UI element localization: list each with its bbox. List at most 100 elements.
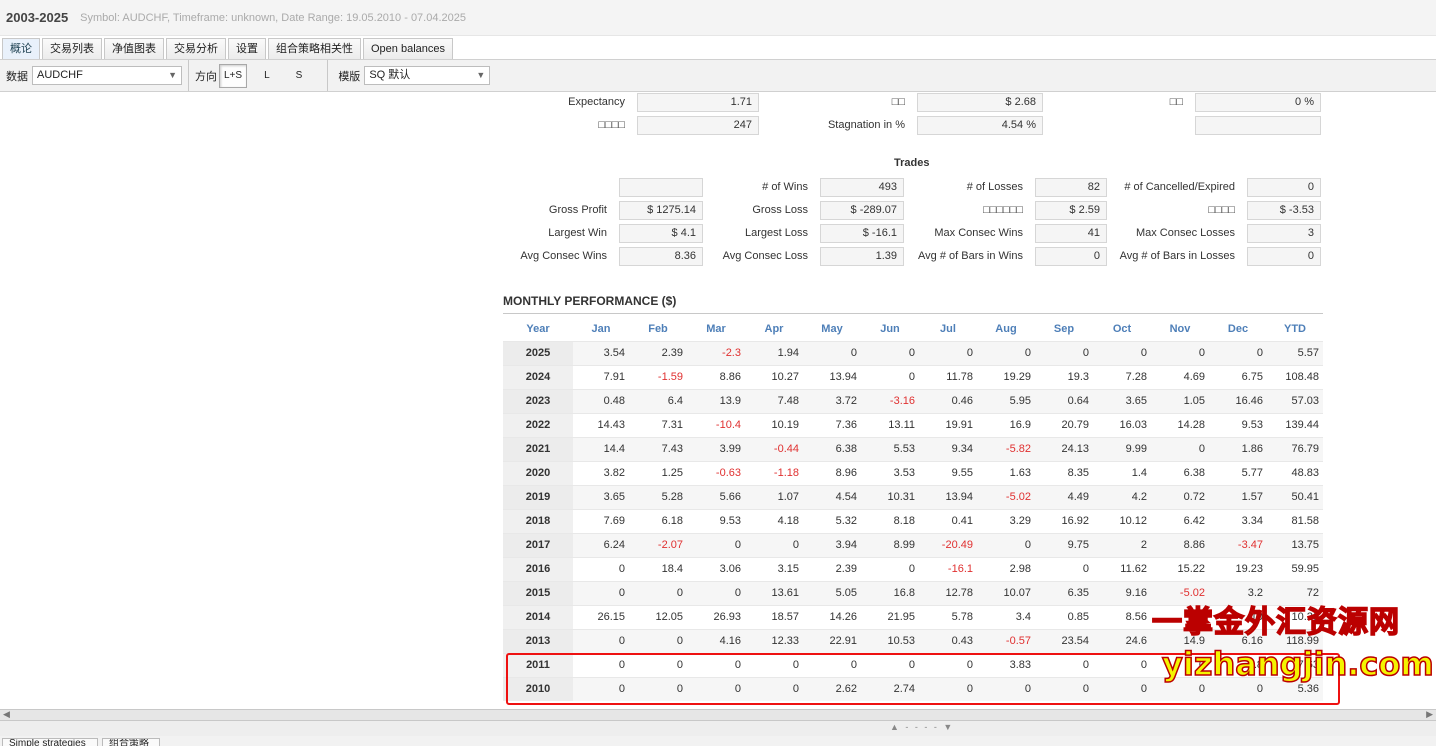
month-value-cell: 139.44 (1267, 412, 1323, 437)
month-value-cell: 19.91 (919, 412, 977, 437)
month-value-cell: 3.06 (687, 556, 745, 581)
column-header[interactable]: Aug (977, 317, 1035, 341)
month-value-cell: 16.46 (1209, 388, 1267, 413)
stagnation-label: Stagnation in % (827, 119, 905, 131)
year-cell: 2014 (503, 604, 573, 629)
column-header[interactable]: Apr (745, 317, 803, 341)
tab-trade-list[interactable]: 交易列表 (42, 38, 102, 59)
month-value-cell: 0 (1035, 652, 1093, 677)
month-value-cell: 2.98 (977, 556, 1035, 581)
year-cell: 2010 (503, 676, 573, 701)
stat-value: $ 2.68 (917, 93, 1043, 112)
watermark-url: yizhangjin.com (1161, 644, 1434, 684)
month-value-cell: 9.34 (919, 436, 977, 461)
template-select[interactable]: SQ 默认 ▼ (364, 66, 491, 85)
trade-stat-label: Avg # of Bars in Wins (918, 250, 1023, 262)
month-value-cell: 6.75 (1209, 364, 1267, 389)
month-value-cell: 7.91 (573, 364, 629, 389)
month-value-cell: 26.15 (573, 604, 629, 629)
month-value-cell: 0 (861, 652, 919, 677)
splitter-grip-icon[interactable]: ▲ - - - - ▼ (890, 722, 954, 732)
month-value-cell: 3.94 (803, 532, 861, 557)
month-value-cell: 4.16 (687, 628, 745, 653)
month-value-cell: 6.24 (573, 532, 629, 557)
month-value-cell: 7.31 (629, 412, 687, 437)
month-value-cell: 22.91 (803, 628, 861, 653)
column-header[interactable]: Nov (1151, 317, 1209, 341)
column-header[interactable]: Feb (629, 317, 687, 341)
year-cell: 2015 (503, 580, 573, 605)
window-title: 2003-2025 (6, 10, 69, 25)
table-row: 2022 14.43 7.31 -10.4 10.19 7.36 13.11 19.91 16.… (503, 412, 1323, 437)
template-select-value: SQ 默认 (369, 69, 411, 81)
month-value-cell: 10.12 (1093, 508, 1151, 533)
month-value-cell: 10.27 (745, 364, 803, 389)
month-value-cell: 0 (1151, 340, 1209, 365)
bottom-tabs: Simple strategies 组合策略 (0, 736, 1436, 746)
month-value-cell: 0 (745, 532, 803, 557)
column-header[interactable]: Jan (573, 317, 629, 341)
month-value-cell: 0.41 (919, 508, 977, 533)
column-header[interactable]: Mar (687, 317, 745, 341)
main-tabs: 概论 交易列表 净值图表 交易分析 设置 组合策略相关性 Open balanc… (0, 37, 1436, 59)
column-header[interactable]: Sep (1035, 317, 1093, 341)
month-value-cell: 2 (1093, 532, 1151, 557)
direction-long-button[interactable]: L (259, 64, 275, 88)
column-header[interactable]: Jun (861, 317, 919, 341)
tab-overview[interactable]: 概论 (2, 38, 40, 59)
column-header[interactable]: YTD (1267, 317, 1323, 341)
month-value-cell: 0.72 (1151, 484, 1209, 509)
stat-label: □□□□ (598, 119, 625, 131)
scroll-left-icon[interactable]: ◀ (3, 709, 10, 720)
month-value-cell: 1.05 (1151, 388, 1209, 413)
year-cell: 2013 (503, 628, 573, 653)
month-value-cell: 0 (1093, 676, 1151, 701)
tab-equity-chart[interactable]: 净值图表 (104, 38, 164, 59)
tab-open-balances[interactable]: Open balances (363, 38, 453, 59)
month-value-cell: -0.44 (745, 436, 803, 461)
month-value-cell: 19.3 (1035, 364, 1093, 389)
data-select[interactable]: AUDCHF ▼ (32, 66, 182, 85)
column-header[interactable]: May (803, 317, 861, 341)
column-header[interactable]: Year (503, 317, 573, 341)
month-value-cell: 20.79 (1035, 412, 1093, 437)
panel-splitter[interactable]: ▲ - - - - ▼ (0, 721, 1436, 736)
month-value-cell: 1.63 (977, 460, 1035, 485)
tab-settings[interactable]: 设置 (228, 38, 266, 59)
month-value-cell: 4.49 (1035, 484, 1093, 509)
month-value-cell: 24.13 (1035, 436, 1093, 461)
month-value-cell: 5.95 (977, 388, 1035, 413)
table-row: 2019 3.65 5.28 5.66 1.07 4.54 10.31 13.94 -5.02 4… (503, 484, 1323, 509)
month-value-cell: 9.55 (919, 460, 977, 485)
direction-ls-button[interactable]: L+S (219, 63, 248, 88)
direction-short-button[interactable]: S (291, 64, 308, 88)
scroll-right-icon[interactable]: ▶ (1426, 709, 1433, 720)
month-value-cell: 9.16 (1093, 580, 1151, 605)
month-value-cell: 0.85 (1035, 604, 1093, 629)
month-value-cell: 0 (629, 580, 687, 605)
month-value-cell: 19.23 (1209, 556, 1267, 581)
month-value-cell: 7.69 (573, 508, 629, 533)
tab-portfolio-strategies[interactable]: 组合策略 (102, 738, 160, 746)
column-header[interactable]: Dec (1209, 317, 1267, 341)
month-value-cell: 0 (573, 556, 629, 581)
template-label: 模版 (338, 70, 361, 83)
month-value-cell: 14.43 (573, 412, 629, 437)
year-cell: 2011 (503, 652, 573, 677)
month-value-cell: 5.53 (861, 436, 919, 461)
trade-stat-label: # of Losses (966, 181, 1023, 193)
month-value-cell: 0 (629, 652, 687, 677)
month-value-cell: 3.99 (687, 436, 745, 461)
trade-stat-value: $ -3.53 (1247, 201, 1321, 220)
month-value-cell: 7.43 (629, 436, 687, 461)
direction-label: 方向 (195, 70, 217, 83)
column-header[interactable]: Jul (919, 317, 977, 341)
month-value-cell: -16.1 (919, 556, 977, 581)
horizontal-scrollbar[interactable]: ◀ ▶ (0, 709, 1436, 721)
tab-trade-analysis[interactable]: 交易分析 (166, 38, 226, 59)
month-value-cell: 81.58 (1267, 508, 1323, 533)
column-header[interactable]: Oct (1093, 317, 1151, 341)
tab-portfolio-correlation[interactable]: 组合策略相关性 (268, 38, 361, 59)
month-value-cell: 10.31 (861, 484, 919, 509)
tab-simple-strategies[interactable]: Simple strategies (2, 738, 98, 746)
